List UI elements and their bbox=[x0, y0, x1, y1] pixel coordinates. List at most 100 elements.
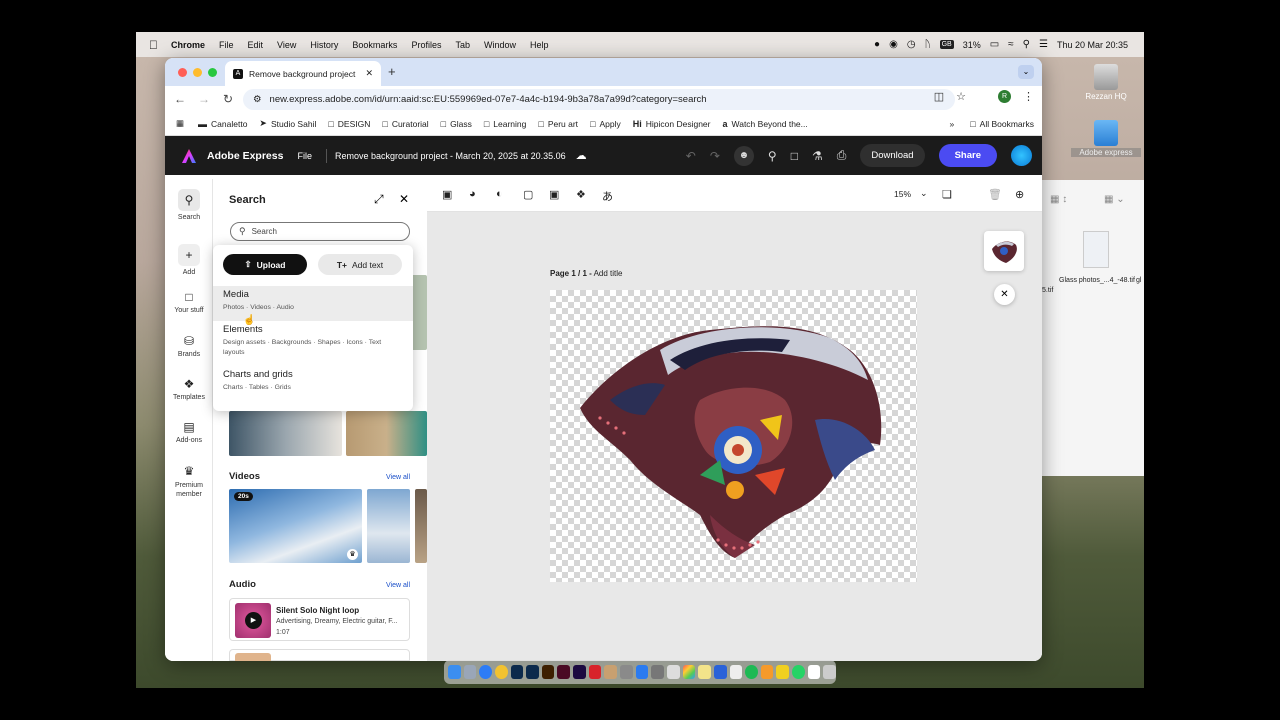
group-view-icon[interactable]: ▦ ⌄ bbox=[1104, 194, 1125, 205]
menu-file[interactable]: File bbox=[219, 40, 234, 50]
browser-tab[interactable]: A Remove background project ✕ bbox=[225, 61, 381, 86]
photos-icon[interactable] bbox=[682, 665, 696, 679]
misc-app-icon[interactable] bbox=[620, 665, 633, 679]
desktop-icon-rezzan-hq[interactable]: Rezzan HQ bbox=[1071, 64, 1141, 101]
video-thumbnail[interactable]: 20s ♛ bbox=[229, 489, 362, 563]
tab-search-chevron-icon[interactable]: ⌄ bbox=[1018, 65, 1034, 79]
image-file-icon[interactable] bbox=[1083, 231, 1109, 268]
keyboard-icon[interactable]: GB bbox=[939, 40, 954, 49]
trash-icon[interactable] bbox=[823, 665, 837, 679]
reload-button[interactable]: ↻ bbox=[216, 92, 240, 106]
apps-grid-icon[interactable]: ▦ bbox=[176, 118, 184, 129]
upload-button[interactable]: ⇧ Upload bbox=[223, 254, 307, 275]
menu-help[interactable]: Help bbox=[530, 40, 549, 50]
minimize-window-button[interactable] bbox=[193, 67, 202, 77]
bookmark-item[interactable]: ➤ Studio Sahil bbox=[259, 118, 316, 129]
clock-icon[interactable]: ◷ bbox=[907, 39, 916, 50]
more-menu-icon[interactable]: ⋮ bbox=[1023, 90, 1034, 103]
photoshop-icon[interactable] bbox=[510, 665, 524, 679]
menu-view[interactable]: View bbox=[277, 40, 296, 50]
invite-user-icon[interactable]: ☻ bbox=[733, 145, 754, 166]
layers-icon[interactable]: ❖ bbox=[576, 188, 586, 201]
lightroom-icon[interactable] bbox=[526, 665, 539, 679]
redo-icon[interactable]: ↷ bbox=[710, 149, 720, 163]
photo-thumbnail[interactable] bbox=[346, 411, 427, 456]
url-text[interactable]: new.express.adobe.com/id/urn:aaid:sc:EU:… bbox=[270, 94, 707, 105]
file-menu[interactable]: File bbox=[297, 151, 312, 161]
wifi-icon[interactable]: ≈ bbox=[1008, 39, 1014, 50]
acrobat-icon[interactable] bbox=[588, 665, 602, 679]
stickies-icon[interactable] bbox=[698, 665, 711, 679]
photo-thumbnail[interactable] bbox=[229, 411, 342, 456]
zoom-window-button[interactable] bbox=[208, 67, 217, 77]
safari-icon[interactable] bbox=[479, 665, 492, 679]
back-button[interactable]: ← bbox=[168, 92, 192, 106]
address-bar[interactable]: ⚙ new.express.adobe.com/id/urn:aaid:sc:E… bbox=[243, 89, 955, 110]
pages-icon[interactable]: ❏ bbox=[942, 188, 952, 201]
rail-item-premium[interactable]: ♛ Premium member bbox=[165, 464, 213, 499]
chrome-icon[interactable] bbox=[494, 665, 508, 679]
color-palette-icon[interactable]: ◕ bbox=[469, 188, 476, 200]
grid-view-icon[interactable]: ▦ ↕ bbox=[1050, 194, 1067, 205]
profile-avatar[interactable]: R bbox=[998, 90, 1011, 103]
bookmark-item[interactable]: □ Apply bbox=[590, 119, 621, 129]
download-button[interactable]: Download bbox=[860, 144, 925, 167]
all-bookmarks[interactable]: □ All Bookmarks bbox=[970, 119, 1034, 129]
settings-icon[interactable] bbox=[651, 665, 664, 679]
menu-item-charts-and-grids[interactable]: Charts and grids Charts · Tables · Grids bbox=[213, 366, 413, 401]
expand-icon[interactable]: ⤢ bbox=[374, 192, 384, 207]
lightbulb-icon[interactable]: ⚲ bbox=[768, 149, 777, 163]
finder-icon[interactable] bbox=[448, 665, 461, 679]
bookmark-item[interactable]: ▬ Canaletto bbox=[198, 119, 247, 129]
bookmark-item[interactable]: □ Curatorial bbox=[382, 119, 428, 129]
play-icon[interactable]: ▶ bbox=[245, 612, 262, 629]
menu-tab[interactable]: Tab bbox=[455, 40, 470, 50]
project-title[interactable]: Remove background project - March 20, 20… bbox=[335, 151, 566, 161]
record-icon[interactable]: ● bbox=[874, 39, 880, 50]
rail-item-your-stuff[interactable]: □ Your stuff bbox=[165, 290, 213, 314]
desktop-icon-glass[interactable]: Glass photos_...4_-48.tif bbox=[1057, 277, 1137, 284]
shapes-icon[interactable]: ◐ bbox=[496, 188, 503, 200]
document-icon[interactable] bbox=[807, 665, 821, 679]
undo-icon[interactable]: ↶ bbox=[686, 149, 696, 163]
notes-app-icon[interactable] bbox=[604, 665, 618, 679]
battery-icon[interactable]: ▭ bbox=[990, 39, 999, 50]
rail-item-add-ons[interactable]: ▤ Add-ons bbox=[165, 420, 213, 444]
whatsapp-icon[interactable] bbox=[792, 665, 805, 679]
audio-item[interactable] bbox=[229, 649, 410, 661]
bookmark-item[interactable]: □ Learning bbox=[484, 119, 527, 129]
close-icon[interactable]: ✕ bbox=[994, 284, 1015, 305]
video-thumbnail[interactable] bbox=[367, 489, 410, 563]
new-tab-button[interactable]: + bbox=[388, 64, 396, 79]
bookmark-item[interactable]: □ DESIGN bbox=[328, 119, 370, 129]
focus-icon[interactable]: ◉ bbox=[889, 39, 898, 50]
translate-icon[interactable]: あ bbox=[602, 188, 613, 204]
bookmark-star-icon[interactable]: ☆ bbox=[956, 90, 966, 103]
search-icon[interactable]: ⚲ bbox=[1023, 39, 1030, 50]
menu-item-elements[interactable]: Elements Design assets · Backgrounds · S… bbox=[213, 321, 413, 365]
site-settings-icon[interactable]: ⚙ bbox=[253, 94, 262, 105]
bookmark-item[interactable]: a Watch Beyond the... bbox=[723, 119, 808, 129]
close-tab-icon[interactable]: ✕ bbox=[365, 68, 373, 79]
control-center-icon[interactable]: ☰ bbox=[1039, 39, 1048, 50]
cloud-sync-icon[interactable]: ☁ bbox=[576, 149, 587, 162]
preview-icon[interactable] bbox=[666, 665, 680, 679]
premiere-icon[interactable] bbox=[573, 665, 586, 679]
comment-icon[interactable]: □ bbox=[791, 149, 798, 163]
spotify-icon[interactable] bbox=[745, 665, 758, 679]
audio-view-all-link[interactable]: View all bbox=[386, 582, 410, 589]
print-icon[interactable]: ⎙ bbox=[837, 148, 847, 163]
flask-icon[interactable]: ⚗ bbox=[812, 149, 823, 163]
indesign-icon[interactable] bbox=[557, 665, 571, 679]
menu-history[interactable]: History bbox=[310, 40, 338, 50]
close-icon[interactable]: ✕ bbox=[399, 192, 409, 206]
menubar-app-name[interactable]: Chrome bbox=[171, 40, 205, 50]
videos-view-all-link[interactable]: View all bbox=[386, 474, 410, 481]
resize-icon[interactable]: ▣ bbox=[442, 188, 452, 201]
bluetooth-icon[interactable]: ᚢ bbox=[925, 39, 931, 50]
launchpad-icon[interactable] bbox=[463, 665, 477, 679]
bookmark-item[interactable]: □ Glass bbox=[441, 119, 472, 129]
bookmark-item[interactable]: □ Peru art bbox=[538, 119, 578, 129]
rail-item-templates[interactable]: ❖ Templates bbox=[165, 377, 213, 401]
video-thumbnail[interactable] bbox=[415, 489, 427, 563]
